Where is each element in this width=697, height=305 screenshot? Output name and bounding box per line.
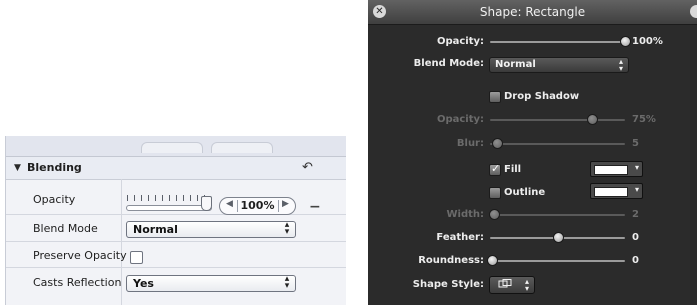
casts-reflection-value: Yes xyxy=(133,277,154,290)
opacity-label: Opacity: xyxy=(436,36,484,47)
reset-arrow-icon[interactable]: ↶ xyxy=(302,160,313,175)
drop-shadow-label: Drop Shadow xyxy=(504,91,580,102)
increment-arrow-icon[interactable]: ▶ xyxy=(282,199,289,209)
blur-slider-thumb[interactable] xyxy=(492,138,503,149)
casts-reflection-select[interactable]: Yes ▴ ▾ xyxy=(126,275,296,292)
updown-arrows-icon: ▴ ▾ xyxy=(524,277,529,293)
updown-arrows-icon: ▴ ▾ xyxy=(284,274,290,291)
blend-mode-select[interactable]: Normal ▴ ▾ xyxy=(489,57,629,73)
roundness-slider[interactable] xyxy=(490,260,625,262)
inspector-panel: ▼ Blending ↶ Opacity ◀ 100% ▶ − Blend Mo… xyxy=(5,136,346,305)
opacity-slider-thumb[interactable] xyxy=(620,36,631,47)
roundness-label: Roundness: xyxy=(418,255,484,266)
width-slider-thumb[interactable] xyxy=(489,209,500,220)
shadow-opacity-slider[interactable] xyxy=(490,119,625,121)
outline-color-well[interactable]: ▾ xyxy=(590,183,643,199)
opacity-slider[interactable] xyxy=(490,41,625,43)
section-title: Blending xyxy=(27,161,82,174)
shadow-opacity-slider-thumb[interactable] xyxy=(587,114,598,125)
ghost-tab xyxy=(211,142,273,153)
blend-mode-label: Blend Mode xyxy=(33,222,98,235)
fill-color-well[interactable]: ▾ xyxy=(590,161,643,177)
drop-shadow-checkbox[interactable] xyxy=(489,91,501,103)
blend-mode-select[interactable]: Normal ▴ ▾ xyxy=(126,221,296,238)
preserve-opacity-label: Preserve Opacity xyxy=(33,249,127,262)
blend-mode-label: Blend Mode: xyxy=(413,58,484,69)
remove-button[interactable]: − xyxy=(309,199,321,215)
width-slider[interactable] xyxy=(490,214,625,216)
preserve-opacity-checkbox[interactable] xyxy=(130,251,143,264)
feather-label: Feather: xyxy=(436,232,484,243)
shape-style-select[interactable]: ▴ ▾ xyxy=(489,276,535,294)
blend-mode-value: Normal xyxy=(495,59,536,70)
shape-hud-window: ✕ Shape: Rectangle Opacity: 100% Blend M… xyxy=(368,0,697,305)
blend-mode-value: Normal xyxy=(133,223,178,236)
blur-value: 5 xyxy=(632,138,639,149)
fill-checkbox[interactable]: ✓ xyxy=(489,162,501,176)
hud-title: Shape: Rectangle xyxy=(479,5,586,19)
casts-reflection-label: Casts Reflection xyxy=(33,276,122,289)
width-value: 2 xyxy=(632,209,639,220)
opacity-slider-thumb[interactable] xyxy=(201,196,212,211)
opacity-label: Opacity xyxy=(33,193,76,206)
opacity-slider[interactable] xyxy=(126,205,212,211)
disclosure-triangle-icon[interactable]: ▼ xyxy=(14,163,21,173)
stepper-divider xyxy=(278,200,279,212)
close-icon[interactable] xyxy=(690,5,697,18)
feather-slider-thumb[interactable] xyxy=(553,232,564,243)
ghost-tab xyxy=(141,142,203,153)
opacity-value: 100% xyxy=(632,36,663,47)
fill-color-swatch xyxy=(594,165,628,175)
slider-ticks xyxy=(127,195,205,201)
chevron-down-icon: ▾ xyxy=(634,185,639,194)
width-label: Width: xyxy=(446,209,484,220)
blur-slider[interactable] xyxy=(490,143,625,145)
outline-color-swatch xyxy=(594,187,628,197)
feather-value: 0 xyxy=(632,232,639,243)
blur-label: Blur: xyxy=(456,138,484,149)
shape-style-label: Shape Style: xyxy=(412,279,484,290)
fill-label: Fill xyxy=(504,164,522,175)
updown-arrows-icon: ▴ ▾ xyxy=(618,57,623,73)
shadow-opacity-label: Opacity: xyxy=(436,114,484,125)
shadow-opacity-value: 75% xyxy=(632,114,656,125)
outline-label: Outline xyxy=(504,187,546,198)
opacity-stepper[interactable]: ◀ 100% ▶ xyxy=(219,197,296,215)
chevron-down-icon: ▾ xyxy=(634,163,639,172)
roundness-value: 0 xyxy=(632,255,639,266)
updown-arrows-icon: ▴ ▾ xyxy=(284,220,290,237)
outline-checkbox[interactable] xyxy=(489,187,501,199)
shape-style-icon xyxy=(498,279,512,288)
checkmark-icon: ✓ xyxy=(491,162,501,175)
roundness-slider-thumb[interactable] xyxy=(487,255,498,266)
